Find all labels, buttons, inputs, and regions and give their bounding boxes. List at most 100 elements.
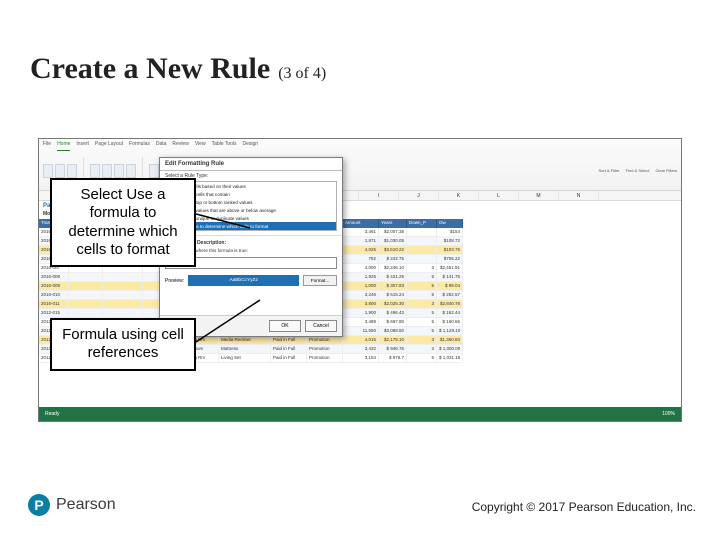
ribbon-tab[interactable]: Data — [156, 141, 167, 151]
table-cell[interactable] — [103, 309, 143, 318]
table-cell[interactable] — [407, 228, 437, 237]
ribbon-tab[interactable]: Formulas — [129, 141, 150, 151]
table-cell[interactable]: 5 — [407, 273, 437, 282]
table-cell[interactable]: 3,432 — [343, 345, 379, 354]
table-cell[interactable]: 3,489 — [343, 318, 379, 327]
table-cell[interactable]: 4,025 — [343, 246, 379, 255]
table-cell[interactable]: 1,925 — [343, 273, 379, 282]
table-cell[interactable]: Promotion — [307, 354, 343, 363]
table-cell[interactable]: Paid in Full — [271, 345, 307, 354]
ribbon-tab[interactable]: Review — [172, 141, 188, 151]
ribbon-tab[interactable]: File — [43, 141, 51, 151]
table-cell[interactable]: $108.72 — [437, 237, 463, 246]
table-cell[interactable]: 1,000 — [343, 282, 379, 291]
table-cell[interactable]: 11,550 — [343, 327, 379, 336]
table-cell[interactable]: $103.75 — [437, 246, 463, 255]
table-cell[interactable]: $ 162.44 — [437, 309, 463, 318]
table-cell[interactable] — [103, 282, 143, 291]
table-cell[interactable]: $1,360.83 — [437, 336, 463, 345]
table-cell[interactable]: 5 — [407, 318, 437, 327]
table-cell[interactable]: $ 946.76 — [379, 345, 407, 354]
table-cell[interactable]: Media Recliner — [219, 336, 271, 345]
table-cell[interactable]: 782 — [343, 255, 379, 264]
table-cell[interactable]: $3,068.50 — [379, 327, 407, 336]
ribbon-tab[interactable]: Design — [243, 141, 259, 151]
table-cell[interactable]: $ 242.75 — [379, 255, 407, 264]
table-cell[interactable]: 2016-009 — [39, 282, 69, 291]
table-cell[interactable]: 2016-008 — [39, 273, 69, 282]
table-cell[interactable]: $ 99.04 — [437, 282, 463, 291]
table-cell[interactable] — [103, 291, 143, 300]
table-cell[interactable] — [69, 309, 103, 318]
table-cell[interactable]: $ 697.80 — [379, 318, 407, 327]
table-cell[interactable]: $2,007.38 — [379, 228, 407, 237]
table-cell[interactable]: $ 431.25 — [379, 273, 407, 282]
table-cell[interactable]: 5 — [407, 309, 437, 318]
table-cell[interactable]: $ 1,031.16 — [437, 354, 463, 363]
table-cell[interactable]: $706.22 — [437, 255, 463, 264]
table-cell[interactable]: Mattress — [219, 345, 271, 354]
table-cell[interactable]: 5 — [407, 291, 437, 300]
table-cell[interactable]: 3,461 — [343, 228, 379, 237]
table-cell[interactable]: $2,246.10 — [379, 264, 407, 273]
table-cell[interactable]: $ 1,000.00 — [437, 345, 463, 354]
format-button[interactable]: Format... — [303, 275, 337, 286]
table-cell[interactable] — [69, 291, 103, 300]
table-cell[interactable] — [407, 237, 437, 246]
ribbon-tab[interactable]: View — [195, 141, 206, 151]
table-cell[interactable]: $154 — [437, 228, 463, 237]
ribbon-tab[interactable]: Table Tools — [212, 141, 237, 151]
table-cell[interactable]: 4,015 — [343, 336, 379, 345]
table-cell[interactable]: 2012-015 — [39, 309, 69, 318]
table-cell[interactable] — [69, 273, 103, 282]
table-cell[interactable] — [103, 273, 143, 282]
table-cell[interactable]: Paid in Full — [271, 354, 307, 363]
table-cell[interactable]: $2,025.30 — [379, 300, 407, 309]
table-cell[interactable]: $3,510.22 — [379, 246, 407, 255]
ribbon-group-label[interactable]: Sort & Filter — [599, 168, 620, 173]
table-cell[interactable]: 5 — [407, 282, 437, 291]
table-cell[interactable]: Promotion — [307, 345, 343, 354]
table-cell[interactable]: 5 — [407, 327, 437, 336]
cancel-button[interactable]: Cancel — [305, 320, 337, 332]
table-cell[interactable]: 3,800 — [343, 300, 379, 309]
table-cell[interactable]: 3 — [407, 336, 437, 345]
table-cell[interactable]: $ 976.7 — [379, 354, 407, 363]
table-cell[interactable]: $2,840.78 — [437, 300, 463, 309]
table-cell[interactable] — [69, 282, 103, 291]
table-cell[interactable]: Promotion — [307, 336, 343, 345]
table-cell[interactable]: 3 — [407, 264, 437, 273]
table-cell[interactable]: 3 — [407, 345, 437, 354]
table-cell[interactable]: $1,030.05 — [379, 237, 407, 246]
table-cell[interactable]: $ 141.75 — [437, 273, 463, 282]
table-cell[interactable]: $ 160.66 — [437, 318, 463, 327]
table-cell[interactable] — [407, 255, 437, 264]
table-cell[interactable]: $ 615.24 — [379, 291, 407, 300]
ribbon-tab[interactable]: Home — [57, 141, 70, 151]
table-cell[interactable]: 2016-011 — [39, 300, 69, 309]
table-cell[interactable]: $ 262.57 — [437, 291, 463, 300]
ribbon-tab[interactable]: Page Layout — [95, 141, 123, 151]
table-cell[interactable] — [103, 300, 143, 309]
ribbon-group-label[interactable]: Find & Select — [626, 168, 650, 173]
ribbon-group-label[interactable]: Clear Filters — [655, 168, 677, 173]
table-cell[interactable]: 1,871 — [343, 237, 379, 246]
table-cell[interactable]: $ 496.43 — [379, 309, 407, 318]
table-cell[interactable]: $2,178.10 — [379, 336, 407, 345]
table-cell[interactable] — [407, 246, 437, 255]
table-cell[interactable]: 3 — [407, 300, 437, 309]
table-cell[interactable]: Living Set — [219, 354, 271, 363]
table-cell[interactable]: 3,154 — [343, 354, 379, 363]
table-cell[interactable]: 2016-010 — [39, 291, 69, 300]
table-cell[interactable] — [69, 300, 103, 309]
ok-button[interactable]: OK — [269, 320, 301, 332]
table-cell[interactable]: Paid in Full — [271, 336, 307, 345]
ribbon-tab[interactable]: Insert — [76, 141, 89, 151]
table-cell[interactable]: 1,900 — [343, 309, 379, 318]
table-cell[interactable]: 4,000 — [343, 264, 379, 273]
table-cell[interactable]: $2,451.91 — [437, 264, 463, 273]
table-cell[interactable]: 3,246 — [343, 291, 379, 300]
table-cell[interactable]: 5 — [407, 354, 437, 363]
table-cell[interactable]: $ 307.83 — [379, 282, 407, 291]
table-cell[interactable]: $ 1,129.10 — [437, 327, 463, 336]
